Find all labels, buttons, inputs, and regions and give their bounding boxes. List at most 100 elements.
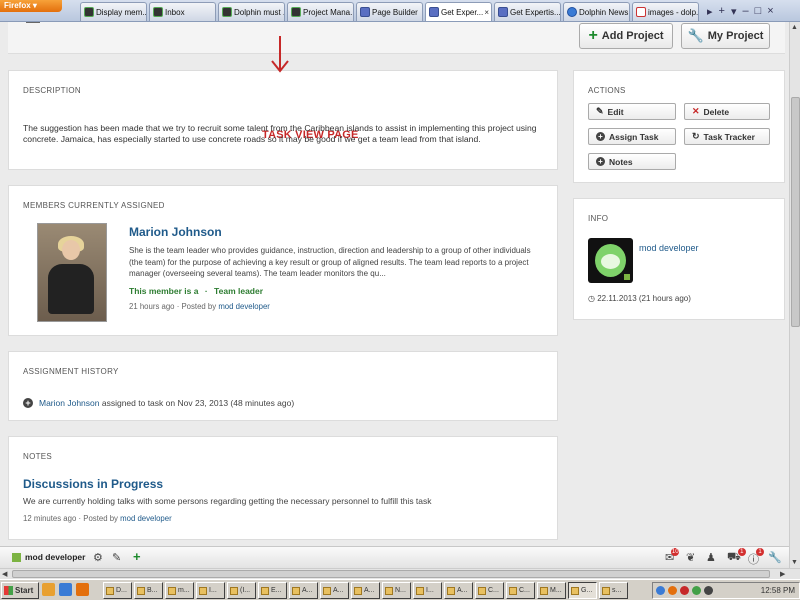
twitter-icon[interactable]: ❦ [686,551,695,564]
close-tab-icon[interactable]: × [484,8,489,17]
toolbar-user[interactable]: mod developer [12,552,85,562]
taskbar-window-button[interactable]: s... [599,582,628,599]
scroll-left-icon[interactable]: ◀ [2,570,7,578]
clock-icon: ◷ [588,294,595,303]
history-entry: + Marion Johnson assigned to task on Nov… [23,398,294,408]
person-icon[interactable]: ♟ [706,551,716,564]
tab-get-expertise-active[interactable]: Get Exper... × [425,2,492,21]
taskbar-window-button[interactable]: A... [351,582,380,599]
tab-dolphin-news[interactable]: Dolphin News... [563,2,630,21]
wrench-icon[interactable]: 🔧 [768,551,782,564]
close-window-icon[interactable]: × [767,5,773,17]
taskbar-window-button[interactable]: (I... [227,582,256,599]
info-user-link[interactable]: mod developer [639,243,699,253]
taskbar-window-button[interactable]: D... [103,582,132,599]
edit-button[interactable]: ✎ Edit [588,103,676,120]
taskbar-window-label: G... [581,587,593,594]
photo-head [62,240,80,260]
my-project-button[interactable]: 🔧 My Project [681,23,770,49]
mail-icon[interactable]: ✉ 10 [665,548,680,564]
new-tab-icon[interactable]: + [719,5,725,17]
system-tray: 12:58 PM [652,582,800,599]
minimize-icon[interactable]: – [743,5,749,17]
chrome-icon[interactable] [42,583,55,596]
taskbar-window-button[interactable]: C... [475,582,504,599]
assign-task-button[interactable]: + Assign Task [588,128,676,145]
taskbar-window-button[interactable]: M... [537,582,566,599]
taskbar-window-button[interactable]: m... [165,582,194,599]
tab-images-dolphin[interactable]: images - dolp... [632,2,699,21]
taskbar-window-button[interactable]: A... [320,582,349,599]
taskbar-window-button[interactable]: E... [258,582,287,599]
scroll-tabs-right-icon[interactable]: ▸ [707,5,713,18]
ie-icon[interactable] [59,583,72,596]
task-tracker-button[interactable]: ↻ Task Tracker [684,128,770,145]
add-icon[interactable]: + [133,549,141,564]
notes-label: Notes [609,156,633,167]
firefox-menu-button[interactable]: Firefox ▾ [0,0,62,12]
start-button[interactable]: Start [1,582,39,599]
note-title-link[interactable]: Discussions in Progress [23,477,163,491]
tab-strip: Display mem... Inbox Dolphin must ... Pr… [80,2,701,21]
tab-project-manager[interactable]: Project Mana... [287,2,354,21]
actions-card: ACTIONS ✎ Edit ✕ Delete + Assign Task ↻ … [573,70,785,183]
tab-get-expertise[interactable]: Get Expertis... [494,2,561,21]
avatar-face [595,244,626,277]
add-project-button[interactable]: + Add Project [579,23,673,49]
author-link[interactable]: mod developer [218,302,270,311]
delete-button[interactable]: ✕ Delete [684,103,770,120]
scroll-right-icon[interactable]: ▶ [780,570,785,578]
taskbar-window-button[interactable]: G... [568,582,597,599]
taskbar-window-button[interactable]: B... [134,582,163,599]
firefox-icon[interactable] [76,583,89,596]
taskbar-window-button[interactable]: A... [289,582,318,599]
taskbar-window-button[interactable]: A... [444,582,473,599]
notes-button[interactable]: + Notes [588,153,676,170]
note-text: We are currently holding talks with some… [23,496,432,506]
security-icon[interactable] [692,586,701,595]
network-icon[interactable] [656,586,665,595]
plus-circle-icon[interactable]: + [23,398,33,408]
avatar[interactable] [588,238,633,283]
edit-icon[interactable]: ✎ [112,551,121,564]
volume-icon[interactable] [704,586,713,595]
taskbar-window-label: C... [488,587,499,594]
alert-icon[interactable]: ⓘ 1 [748,548,764,567]
taskbar-window-button[interactable]: N... [382,582,411,599]
horizontal-scroll-thumb[interactable] [12,570,770,578]
dolphin-icon [153,7,163,17]
tab-page-builder[interactable]: Page Builder [356,2,423,21]
firefox-tray-icon[interactable] [668,586,677,595]
history-user-link[interactable]: Marion Johnson [39,398,99,408]
cart-icon[interactable]: ⛟ 1 [727,548,746,565]
role-link[interactable]: Team leader [214,286,263,296]
taskbar-window-label: A... [302,587,313,594]
members-card: MEMBERS CURRENTLY ASSIGNED Marion Johnso… [8,185,558,336]
window-icon [106,586,114,595]
gear-icon[interactable]: ⚙ [93,551,103,564]
list-tabs-icon[interactable]: ▾ [731,5,737,18]
horizontal-scrollbar[interactable]: ◀ ▶ [0,568,800,579]
history-card: ASSIGNMENT HISTORY + Marion Johnson assi… [8,351,558,421]
dolphin-icon [84,7,94,17]
member-name-link[interactable]: Marion Johnson [129,225,222,239]
tab-inbox[interactable]: Inbox [149,2,216,21]
scroll-up-icon[interactable]: ▲ [791,24,798,31]
vertical-scrollbar[interactable]: ▲ ▼ [789,22,800,568]
author-link[interactable]: mod developer [120,514,172,523]
window-icon [602,586,610,595]
window-icon [540,586,548,595]
maximize-icon[interactable]: □ [755,5,762,17]
taskbar-window-button[interactable]: I... [196,582,225,599]
tab-dolphin-must[interactable]: Dolphin must ... [218,2,285,21]
member-photo[interactable] [37,223,107,322]
tab-tools: ▸ + ▾ – □ × [707,2,774,20]
history-heading: ASSIGNMENT HISTORY [23,367,119,376]
tab-display-members[interactable]: Display mem... [80,2,147,21]
vertical-scroll-thumb[interactable] [791,97,800,327]
scroll-down-icon[interactable]: ▼ [791,559,798,566]
taskbar-window-button[interactable]: I... [413,582,442,599]
taskbar-window-button[interactable]: C... [506,582,535,599]
page-builder-icon [429,7,439,17]
antivirus-icon[interactable] [680,586,689,595]
